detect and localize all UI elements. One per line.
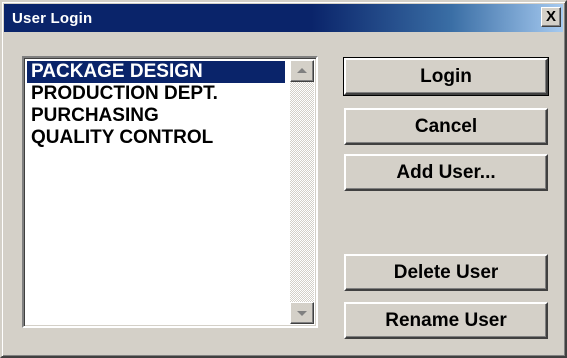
scroll-up-arrow-icon (297, 68, 307, 73)
user-list: PACKAGE DESIGN PRODUCTION DEPT. PURCHASI… (27, 61, 285, 149)
list-item-quality-control[interactable]: QUALITY CONTROL (27, 127, 285, 149)
close-icon: X (545, 8, 556, 25)
add-user-button[interactable]: Add User... (344, 154, 548, 191)
cancel-button[interactable]: Cancel (344, 108, 548, 145)
rename-user-button-label: Rename User (385, 309, 507, 331)
list-item-package-design[interactable]: PACKAGE DESIGN (27, 61, 285, 83)
title-bar[interactable]: User Login X (4, 4, 563, 32)
add-user-button-label: Add User... (396, 161, 496, 183)
vertical-scrollbar[interactable] (290, 60, 314, 324)
login-button[interactable]: Login (343, 57, 549, 96)
scroll-down-button[interactable] (290, 302, 314, 324)
user-login-dialog: User Login X PACKAGE DESIGN PRODUCTION D… (0, 0, 567, 358)
cancel-button-label: Cancel (414, 115, 478, 137)
delete-user-button[interactable]: Delete User (344, 254, 548, 291)
list-item-production-dept[interactable]: PRODUCTION DEPT. (27, 83, 285, 105)
dialog-title: User Login (12, 9, 93, 27)
rename-user-button[interactable]: Rename User (344, 302, 548, 339)
user-listbox[interactable]: PACKAGE DESIGN PRODUCTION DEPT. PURCHASI… (22, 56, 318, 328)
list-item-purchasing[interactable]: PURCHASING (27, 105, 285, 127)
scroll-up-button[interactable] (290, 60, 314, 82)
scroll-down-arrow-icon (297, 311, 307, 316)
close-button[interactable]: X (541, 7, 561, 27)
login-button-label: Login (420, 65, 472, 87)
delete-user-button-label: Delete User (393, 261, 499, 283)
